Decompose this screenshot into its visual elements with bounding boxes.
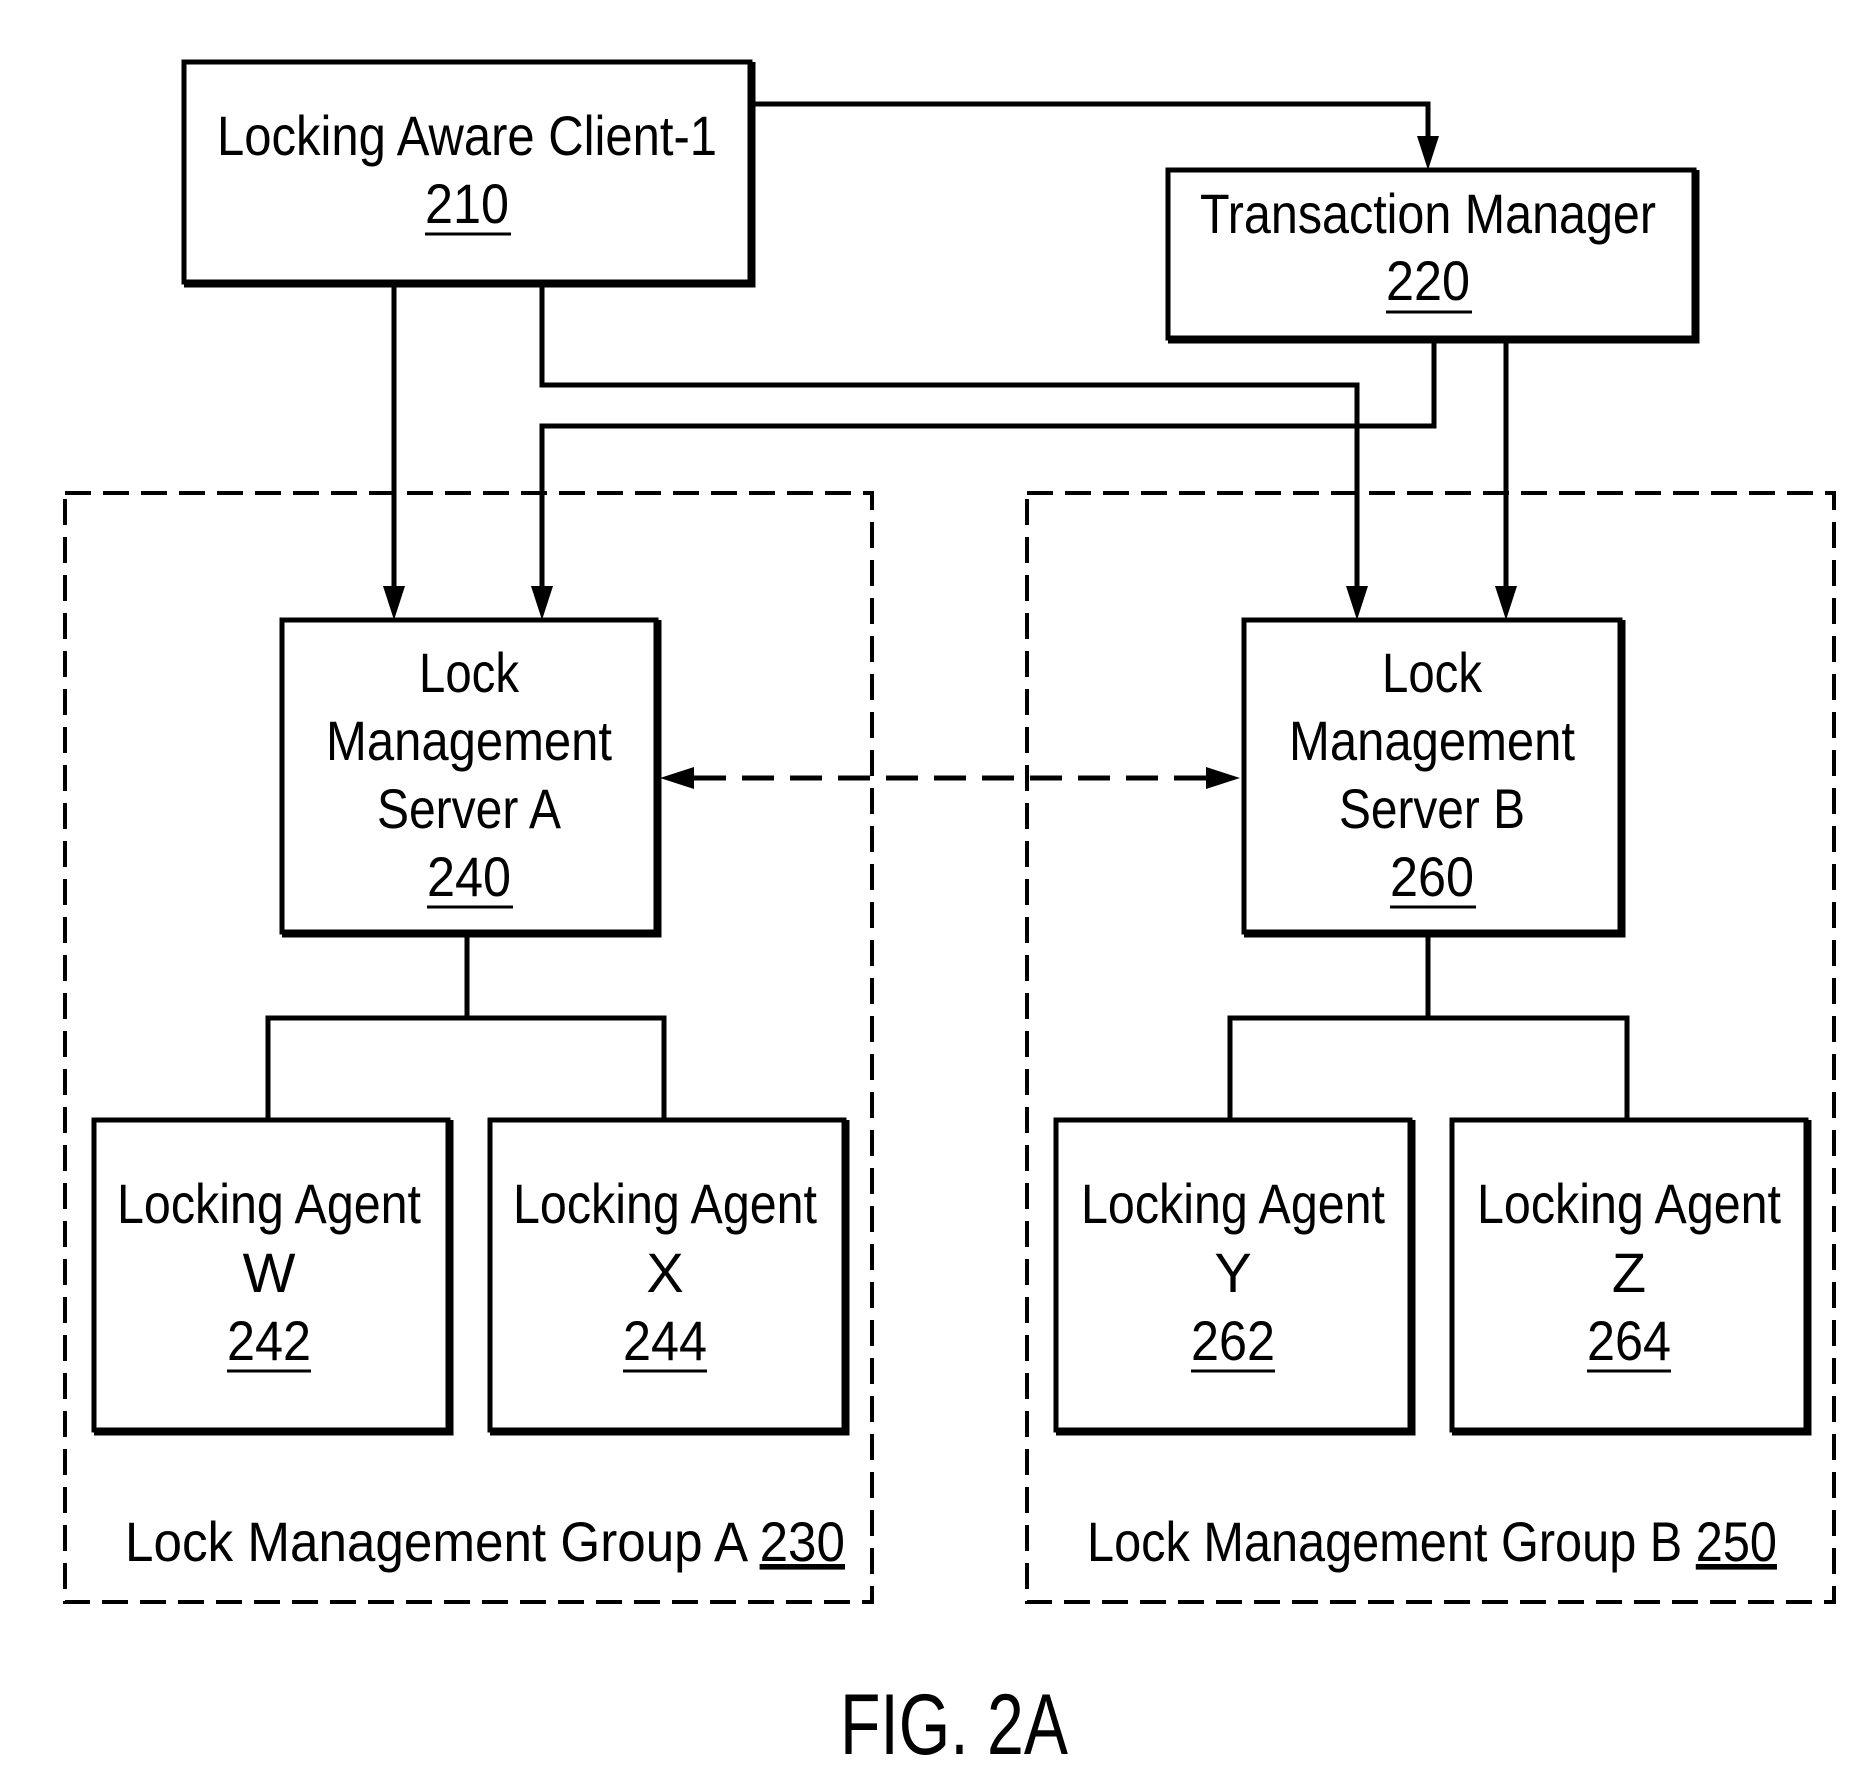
agent-w-title: Locking Agent (117, 1172, 421, 1235)
lms-b-ref: 260 (1390, 845, 1474, 908)
arrowhead-icon (1495, 586, 1517, 620)
agent-x-ref: 244 (623, 1309, 707, 1372)
lms-b-line-3: Server B (1339, 777, 1525, 840)
lms-a-ref: 240 (427, 845, 511, 908)
agent-y-ref: 262 (1191, 1309, 1275, 1372)
client-title: Locking Aware Client-1 (217, 104, 717, 167)
agent-y-title: Locking Agent (1081, 1172, 1385, 1235)
agent-w-ref: 242 (227, 1309, 311, 1372)
arrowhead-icon (1206, 767, 1240, 789)
group-b-label: Lock Management Group B 250 (1087, 1510, 1777, 1573)
edge-210-to-220 (750, 101, 1431, 140)
group-a-label: Lock Management Group A 230 (125, 1510, 845, 1573)
agent-z-title: Locking Agent (1477, 1172, 1781, 1235)
group-b-title: Lock Management Group B (1087, 1510, 1696, 1573)
agent-y-letter: Y (1214, 1241, 1251, 1304)
tm-title: Transaction Manager (1200, 182, 1656, 245)
lms-b-line-2: Management (1289, 709, 1575, 772)
lms-a-line-2: Management (326, 709, 612, 772)
group-a-ref: 230 (760, 1510, 845, 1573)
agent-x-letter: X (646, 1241, 683, 1304)
arrowhead-icon (383, 586, 405, 620)
lms-a-line-1: Lock (419, 641, 520, 704)
arrowhead-icon (660, 767, 694, 789)
lms-b-line-1: Lock (1382, 641, 1483, 704)
edge-240-to-242 (265, 1015, 667, 1120)
arrowhead-icon (1346, 586, 1368, 620)
edge-260-to-262 (1227, 1015, 1630, 1120)
group-a-title: Lock Management Group A (125, 1510, 760, 1573)
lms-a-line-3: Server A (377, 777, 562, 840)
group-b-ref: 250 (1696, 1510, 1777, 1573)
agent-x-title: Locking Agent (513, 1172, 817, 1235)
arrowhead-icon (531, 586, 553, 620)
agent-z-ref: 264 (1587, 1309, 1671, 1372)
figure-label: FIG. 2A (840, 1677, 1068, 1773)
tm-ref: 220 (1386, 249, 1470, 312)
agent-w-letter: W (243, 1241, 296, 1304)
diagram-canvas: Locking Aware Client-1 210 Transaction M… (63, 59, 1836, 1773)
agent-z-letter: Z (1612, 1241, 1646, 1304)
client-ref: 210 (425, 172, 509, 235)
arrowhead-icon (1417, 136, 1439, 170)
edge-220-to-240 (539, 338, 1437, 590)
